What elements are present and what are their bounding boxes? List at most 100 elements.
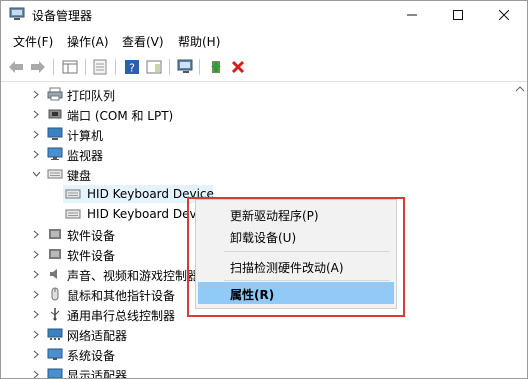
- action-pane-icon: [146, 60, 162, 74]
- tree-node[interactable]: 计算机: [1, 124, 511, 144]
- chevron-right-icon[interactable]: [31, 84, 41, 104]
- toolbar-separator: [85, 59, 86, 75]
- scan-hardware-button[interactable]: [177, 58, 195, 76]
- svg-text:?: ?: [129, 62, 135, 75]
- menu-view[interactable]: 查看(V): [122, 33, 164, 50]
- uninstall-device-button[interactable]: [229, 58, 247, 76]
- menu-separator: [224, 280, 390, 281]
- properties-toolbar-button[interactable]: [91, 58, 109, 76]
- sound-icon: [50, 269, 57, 279]
- minimize-button[interactable]: [389, 1, 435, 29]
- chevron-right-icon[interactable]: [31, 224, 41, 244]
- software-device-icon: [49, 229, 61, 239]
- chevron-right-icon[interactable]: [31, 364, 41, 378]
- tree-node-label: 端口 (COM 和 LPT): [67, 109, 174, 123]
- tree-node-label: 打印队列: [67, 89, 116, 103]
- display-adapter-icon: [47, 368, 63, 378]
- chevron-down-icon[interactable]: [31, 164, 41, 184]
- tree-node-label: 键盘: [67, 169, 92, 183]
- device-manager-icon: [9, 7, 25, 20]
- chevron-right-icon[interactable]: [31, 264, 41, 284]
- help-toolbar-button[interactable]: ?: [123, 58, 141, 76]
- menu-item-label: 扫描检测硬件改动(A): [230, 261, 344, 275]
- device-manager-window: 设备管理器 文件(F) 操作(A) 查看(V) 帮助(H) ? 打印队列 端口 …: [0, 0, 528, 379]
- chevron-right-icon[interactable]: [31, 304, 41, 324]
- toolbar-separator: [53, 59, 54, 75]
- tree-node[interactable]: 显示适配器: [1, 364, 511, 379]
- menu-separator: [224, 251, 390, 252]
- menu-item-properties[interactable]: 属性(R): [198, 282, 394, 304]
- printer-queue-icon: [47, 87, 63, 101]
- tree-node-label: 系统设备: [67, 349, 116, 363]
- keyboard-icon: [47, 169, 63, 179]
- tree-node-label: 网络适配器: [67, 329, 128, 343]
- delete-x-icon: [231, 60, 245, 74]
- close-button[interactable]: [481, 1, 527, 29]
- menu-item-label: 卸载设备(U): [230, 231, 297, 245]
- software-device-icon: [49, 249, 61, 259]
- context-menu: 更新驱动程序(P) 卸载设备(U) 扫描检测硬件改动(A) 属性(R): [195, 199, 397, 309]
- mouse-icon: [51, 287, 59, 301]
- menu-file[interactable]: 文件(F): [13, 33, 53, 50]
- back-button[interactable]: [7, 58, 25, 76]
- chevron-right-icon[interactable]: [31, 104, 41, 124]
- menu-bar: 文件(F) 操作(A) 查看(V) 帮助(H): [1, 29, 527, 51]
- action-pane-button[interactable]: [145, 58, 163, 76]
- port-icon: [48, 109, 62, 119]
- tree-node-label: 计算机: [67, 129, 104, 143]
- update-driver-button[interactable]: [207, 58, 225, 76]
- update-driver-icon: [211, 61, 221, 73]
- chevron-right-icon[interactable]: [31, 324, 41, 344]
- close-icon: [499, 10, 509, 20]
- scroll-up-icon[interactable]: [516, 86, 524, 92]
- chevron-right-icon[interactable]: [31, 284, 41, 304]
- keyboard-device-icon: [65, 209, 81, 219]
- tree-node[interactable]: 网络适配器: [1, 324, 511, 344]
- tree-node-label: 显示适配器: [67, 369, 128, 379]
- tree-node[interactable]: 打印队列: [1, 84, 511, 104]
- tree-node[interactable]: 端口 (COM 和 LPT): [1, 104, 511, 124]
- vertical-scrollbar[interactable]: [512, 82, 527, 378]
- tree-node-label: 声音、视频和游戏控制器: [67, 269, 200, 283]
- toolbar-separator: [199, 59, 200, 75]
- menu-action[interactable]: 操作(A): [67, 33, 109, 50]
- maximize-button[interactable]: [435, 1, 481, 29]
- properties-sheet-icon: [93, 59, 107, 75]
- monitor-icon: [47, 147, 63, 160]
- toolbar-separator: [115, 59, 116, 75]
- tree-node-label: 软件设备: [67, 249, 116, 263]
- menu-item-uninstall-device[interactable]: 卸载设备(U): [198, 225, 394, 247]
- keyboard-device-icon: [65, 189, 81, 199]
- menu-help[interactable]: 帮助(H): [178, 33, 220, 50]
- tree-node[interactable]: 系统设备: [1, 344, 511, 364]
- chevron-right-icon[interactable]: [31, 344, 41, 364]
- menu-item-label: 属性(R): [230, 288, 275, 302]
- toolbar-separator: [169, 59, 170, 75]
- title-bar[interactable]: 设备管理器: [1, 1, 527, 29]
- show-hide-tree-button[interactable]: [61, 58, 79, 76]
- chevron-right-icon[interactable]: [31, 244, 41, 264]
- menu-item-scan-hardware[interactable]: 扫描检测硬件改动(A): [198, 255, 394, 277]
- scan-monitor-icon: [177, 59, 193, 73]
- chevron-right-icon[interactable]: [31, 124, 41, 144]
- chevron-right-icon[interactable]: [31, 144, 41, 164]
- tree-node-expanded[interactable]: 键盘: [1, 164, 511, 184]
- tree-node-label: 软件设备: [67, 229, 116, 243]
- network-adapter-icon: [47, 328, 63, 340]
- tree-node-label: HID Keyboard Dev: [87, 207, 197, 221]
- menu-item-label: 更新驱动程序(P): [230, 209, 319, 223]
- help-icon: ?: [125, 60, 139, 75]
- console-tree-icon: [62, 60, 78, 74]
- window-title: 设备管理器: [32, 9, 93, 23]
- maximize-icon: [453, 10, 463, 20]
- computer-icon: [47, 127, 63, 140]
- forward-button[interactable]: [29, 58, 47, 76]
- back-arrow-icon: [9, 61, 23, 73]
- forward-arrow-icon: [31, 61, 45, 73]
- tree-node-label: 监视器: [67, 149, 104, 163]
- menu-item-update-driver[interactable]: 更新驱动程序(P): [198, 203, 394, 225]
- tree-node[interactable]: 监视器: [1, 144, 511, 164]
- usb-icon: [50, 308, 60, 321]
- minimize-icon: [407, 14, 417, 16]
- toolbar: ?: [1, 53, 527, 82]
